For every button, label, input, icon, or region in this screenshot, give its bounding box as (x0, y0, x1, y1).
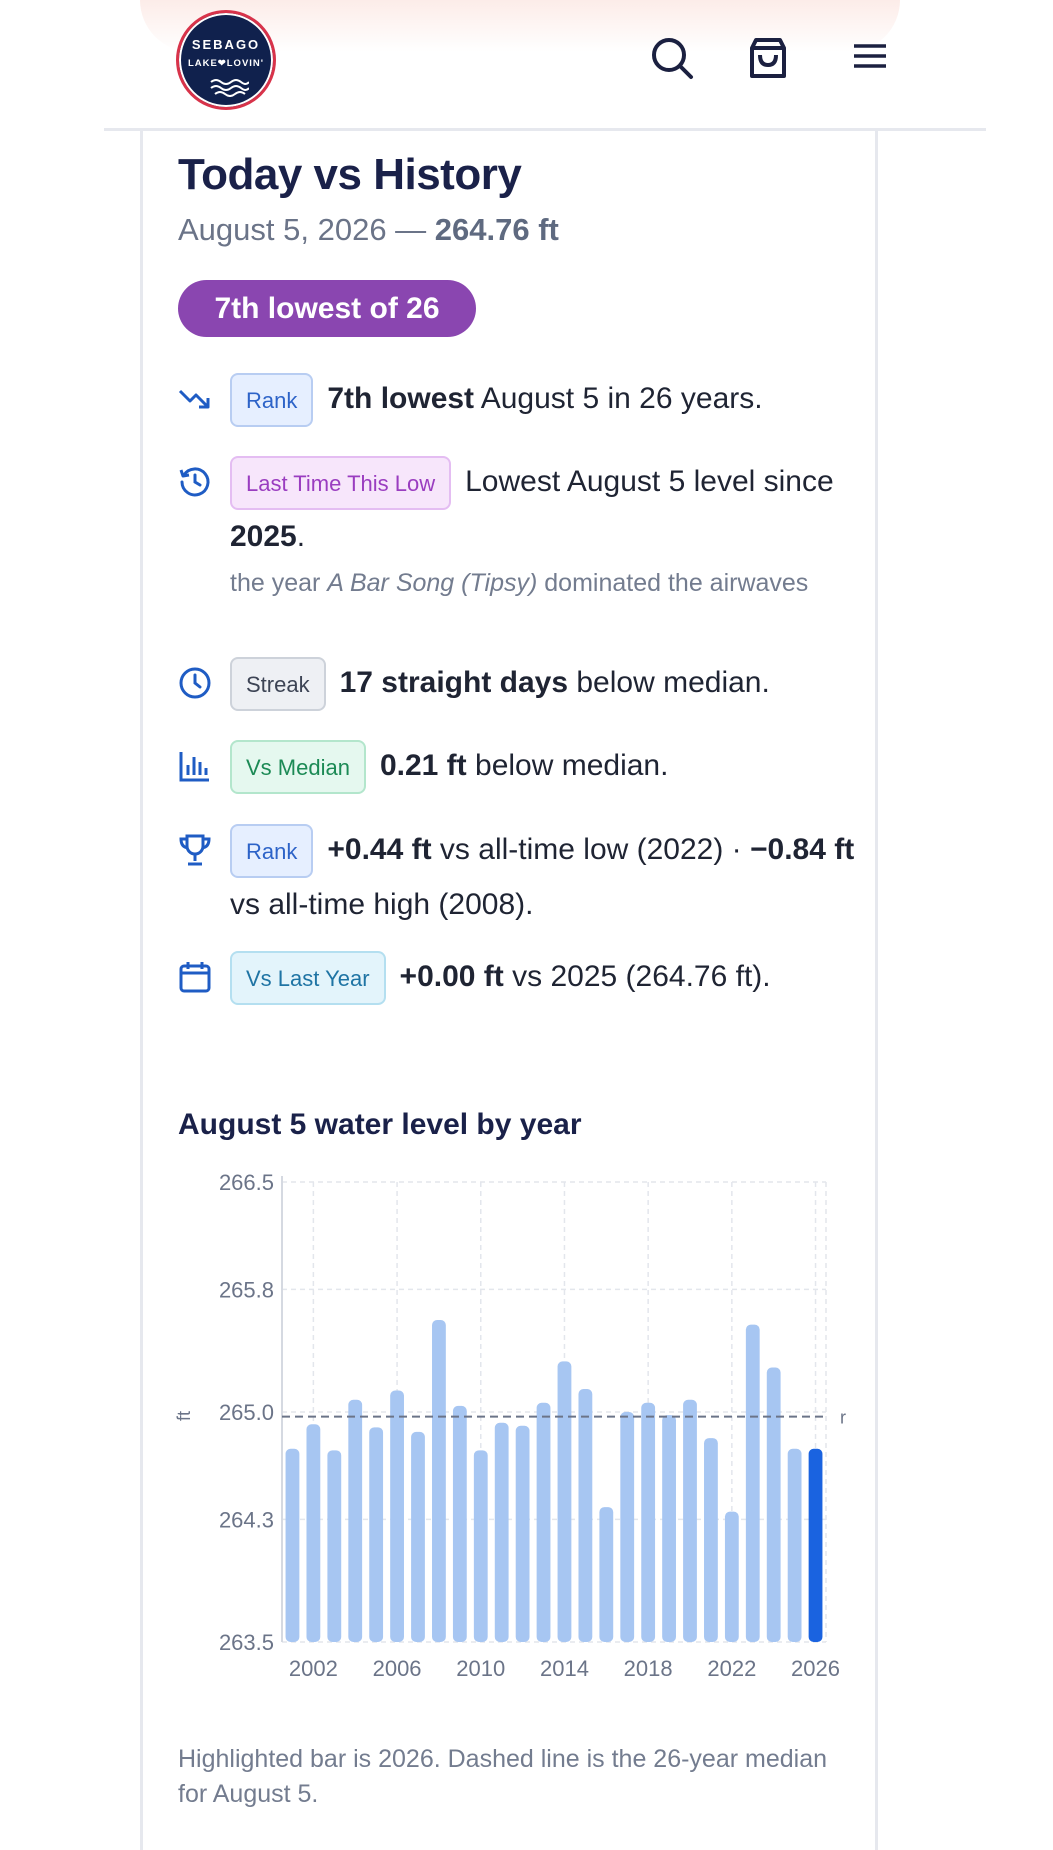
x-tick-label: 2010 (456, 1656, 505, 1681)
rank-value: 7th lowest (327, 382, 475, 415)
last-year-value: +0.00 ft (399, 960, 504, 993)
rank-text: August 5 in 26 years. (474, 382, 763, 415)
trophy-icon (179, 834, 211, 866)
bar (662, 1415, 676, 1642)
bar (724, 1511, 739, 1642)
subtitle-date: August 5, 2026 — (178, 212, 435, 247)
bar (536, 1402, 551, 1642)
last-time-low-text: Lowest August 5 level since (465, 465, 834, 498)
bar (327, 1450, 342, 1642)
bar (473, 1450, 488, 1642)
bar (411, 1431, 425, 1642)
y-axis-label: ft (174, 1411, 194, 1421)
bar-chart-icon (179, 752, 209, 782)
records-badge: Rank (230, 824, 314, 879)
y-tick-label: 265.0 (219, 1400, 274, 1425)
shopping-bag-icon[interactable] (744, 34, 792, 82)
brand-logo-subtext: LAKE❤LOVIN' (187, 58, 265, 69)
bar (390, 1390, 404, 1642)
median-value: 0.21 ft (379, 749, 467, 782)
bar (578, 1389, 593, 1642)
water-level-chart: 266.5 265.8 265.0 264.3 263.5 2002 2006 2010 201… (174, 1170, 846, 1681)
y-tick-label: 266.5 (219, 1170, 274, 1195)
menu-icon[interactable] (846, 34, 894, 82)
y-tick-label: 263.5 (219, 1630, 274, 1655)
last-year-text: vs 2025 (264.76 ft). (503, 960, 771, 993)
x-tick-label: 2002 (289, 1656, 338, 1681)
bar (766, 1367, 781, 1642)
note-song: A Bar Song (Tipsy) (327, 569, 538, 598)
streak-value: 17 straight days (339, 666, 569, 699)
bar (641, 1402, 656, 1642)
median-label: r (840, 1408, 846, 1428)
bar (348, 1399, 363, 1642)
bar (557, 1361, 572, 1642)
bar (787, 1448, 802, 1642)
streak-text: below median. (568, 666, 770, 699)
note-prefix: the year (230, 569, 328, 598)
vs-high-value: −0.84 ft (750, 833, 855, 866)
last-time-low-badge: Last Time This Low (230, 456, 452, 511)
rank-pill: 7th lowest of 26 (178, 280, 476, 337)
bar (285, 1448, 300, 1642)
median-text: below median. (466, 749, 669, 782)
vs-low-value: +0.44 ft (327, 833, 432, 866)
last-time-low-note: the year A Bar Song (Tipsy) dominated th… (230, 566, 870, 601)
x-tick-label: 2006 (373, 1656, 422, 1681)
x-tick-label: 2022 (707, 1656, 756, 1681)
trending-down-icon (178, 389, 210, 409)
brand-logo-text: SEBAGO (191, 37, 261, 52)
bar (683, 1399, 697, 1642)
median-badge: Vs Median (230, 740, 366, 795)
x-tick-label: 2018 (624, 1656, 673, 1681)
last-time-low-year: 2025 (230, 520, 297, 554)
page-subtitle: August 5, 2026 — 264.76 ft (178, 212, 559, 248)
rank-badge: Rank (230, 373, 314, 428)
y-tick-label: 265.8 (219, 1277, 274, 1302)
subtitle-level: 264.76 ft (434, 212, 559, 247)
bar (599, 1507, 614, 1642)
bar (704, 1438, 718, 1642)
bar-highlight (808, 1448, 823, 1642)
calendar-icon (179, 962, 211, 993)
x-tick-label: 2014 (540, 1656, 589, 1681)
last-year-badge: Vs Last Year (230, 951, 386, 1006)
streak-badge: Streak (230, 657, 326, 712)
site-header: SEBAGO LAKE❤LOVIN' (0, 0, 1053, 131)
chart-caption: Highlighted bar is 2026. Dashed line is … (178, 1745, 827, 1808)
bar (515, 1425, 530, 1642)
vs-high-text: vs all-time high (2008). (230, 888, 534, 922)
clock-icon (179, 667, 211, 699)
search-icon[interactable] (648, 34, 696, 82)
history-icon (179, 467, 210, 497)
bar (452, 1405, 467, 1642)
waves-icon (210, 79, 249, 97)
brand-logo[interactable]: SEBAGO LAKE❤LOVIN' (176, 10, 276, 110)
x-tick-label: 2026 (791, 1656, 840, 1681)
last-time-low-period: . (296, 520, 306, 554)
bar (369, 1427, 384, 1642)
bar (620, 1412, 635, 1642)
note-suffix: dominated the airwaves (537, 569, 809, 598)
bar (306, 1424, 321, 1642)
bar (432, 1320, 446, 1642)
bar (745, 1324, 760, 1642)
chart-title: August 5 water level by year (178, 1108, 582, 1141)
y-tick-label: 264.3 (219, 1507, 274, 1532)
bar (494, 1422, 509, 1642)
page-title: Today vs History (178, 150, 522, 199)
vs-low-text: vs all-time low (2022) · (431, 833, 751, 866)
